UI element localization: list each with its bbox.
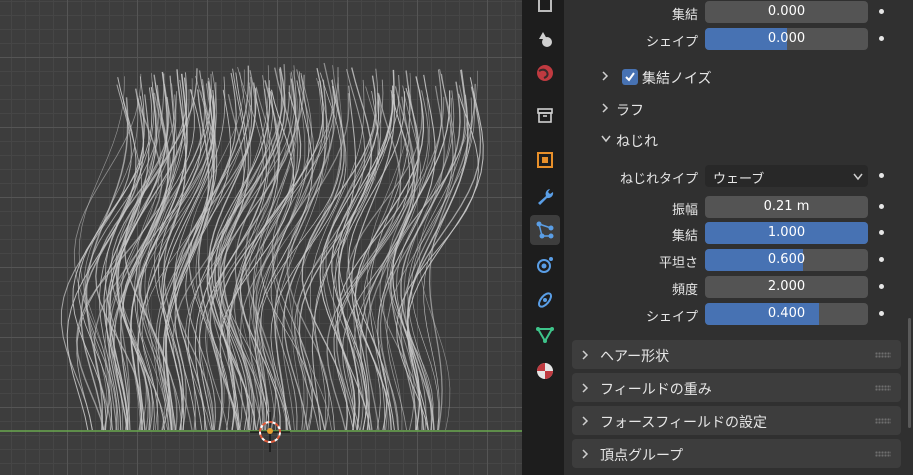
kink-type-dropdown[interactable]: ウェーブ (705, 165, 868, 187)
texture-tab-icon (538, 0, 552, 12)
object-tab[interactable] (530, 145, 560, 175)
chevron-right-icon (582, 416, 589, 426)
world-tab[interactable] (530, 58, 560, 88)
checkmark-icon (625, 72, 635, 82)
data-tab[interactable] (530, 320, 560, 350)
constraints-tab[interactable] (530, 285, 560, 315)
hair-shape-panel-header[interactable]: ヘアー形状 (572, 340, 901, 369)
frequency-value: 2.000 (767, 279, 806, 294)
frequency-field[interactable]: 2.000 (705, 276, 868, 298)
viewport-overlay (0, 412, 522, 452)
3d-viewport[interactable] (0, 0, 522, 475)
vertex-groups-panel-header[interactable]: 頂点グループ (572, 439, 901, 468)
flatness-slider[interactable]: 0.600 (705, 249, 868, 271)
kink-clump-keyframe-dot[interactable] (879, 230, 884, 235)
drag-handle-icon[interactable] (875, 418, 891, 424)
clump-slider[interactable]: 0.000 (705, 1, 868, 23)
kink-shape-row: シェイプ 0.400 (564, 302, 913, 328)
clump-value: 0.000 (767, 4, 806, 19)
particles-tab-icon (536, 221, 554, 239)
chevron-right-icon (582, 350, 589, 360)
kink-clump-slider[interactable]: 1.000 (705, 222, 868, 244)
3d-cursor-icon[interactable] (250, 412, 290, 452)
clump-shape-keyframe-dot[interactable] (879, 36, 884, 41)
texture-tab[interactable] (530, 0, 560, 20)
properties-editor: 集結 0.000 シェイプ 0.000 集結ノイズ ラフ ねじれ ねじれタイプ … (564, 0, 913, 475)
flatness-value: 0.600 (767, 252, 806, 267)
vertex-groups-label: 頂点グループ (600, 448, 684, 464)
kink-label: ねじれ (616, 134, 658, 150)
clump-shape-value: 0.000 (767, 31, 806, 46)
clump-noise-label: 集結ノイズ (642, 71, 712, 87)
chevron-down-icon (601, 135, 611, 143)
flatness-keyframe-dot[interactable] (879, 257, 884, 262)
data-tab-icon (536, 327, 554, 343)
hair-shape-label: ヘアー形状 (600, 349, 670, 365)
clump-noise-subpanel-header[interactable]: 集結ノイズ (572, 61, 877, 93)
clump-noise-checkbox[interactable] (622, 69, 638, 85)
field-weights-label: フィールドの重み (600, 382, 712, 398)
properties-tabs (526, 0, 564, 475)
chevron-right-icon (582, 449, 589, 459)
drag-handle-icon[interactable] (875, 352, 891, 358)
kink-shape-slider[interactable]: 0.400 (705, 303, 868, 325)
flatness-label: 平坦さ (658, 256, 698, 271)
chevron-down-icon (853, 173, 863, 181)
clump-shape-row: シェイプ 0.000 (564, 27, 913, 53)
material-tab-icon (537, 363, 553, 379)
clump-label: 集結 (671, 8, 698, 23)
kink-type-keyframe-dot[interactable] (879, 173, 884, 178)
kink-subpanel-header[interactable]: ねじれ (572, 124, 877, 156)
particles-tab[interactable] (530, 215, 560, 245)
physics-tab[interactable] (530, 250, 560, 280)
clump-shape-label: シェイプ (645, 35, 698, 50)
material-tab[interactable] (530, 356, 560, 386)
amplitude-label: 振幅 (671, 203, 698, 218)
modifier-tab[interactable] (530, 181, 560, 211)
amplitude-field[interactable]: 0.21 m (705, 196, 868, 218)
roughness-label: ラフ (616, 103, 644, 119)
clump-keyframe-dot[interactable] (879, 9, 884, 14)
clump-shape-slider[interactable]: 0.000 (705, 28, 868, 50)
chevron-right-icon (602, 103, 609, 113)
kink-shape-label: シェイプ (645, 310, 698, 325)
shading-tab[interactable] (530, 24, 560, 54)
frequency-keyframe-dot[interactable] (879, 284, 884, 289)
properties-scrollbar[interactable] (908, 318, 911, 428)
object-tab-icon (537, 152, 553, 168)
kink-type-value: ウェーブ (713, 172, 765, 187)
chevron-right-icon (602, 71, 609, 81)
frequency-row: 頻度 2.000 (564, 275, 913, 301)
amplitude-value: 0.21 m (763, 199, 810, 214)
shading-tab-icon (539, 32, 552, 47)
clump-row: 集結 0.000 (564, 0, 913, 26)
kink-type-row: ねじれタイプ ウェーブ (564, 164, 913, 190)
kink-shape-value: 0.400 (767, 306, 806, 321)
field-weights-panel-header[interactable]: フィールドの重み (572, 373, 901, 402)
kink-shape-keyframe-dot[interactable] (879, 311, 884, 316)
collection-tab-icon (537, 108, 553, 123)
kink-clump-label: 集結 (671, 229, 698, 244)
physics-tab-icon (537, 257, 553, 273)
collection-tab[interactable] (530, 100, 560, 130)
constraints-tab-icon (538, 292, 552, 308)
drag-handle-icon[interactable] (875, 451, 891, 457)
modifier-tab-icon (538, 189, 554, 205)
amplitude-row: 振幅 0.21 m (564, 195, 913, 221)
chevron-right-icon (582, 383, 589, 393)
frequency-label: 頻度 (671, 283, 698, 298)
flatness-row: 平坦さ 0.600 (564, 248, 913, 274)
kink-clump-value: 1.000 (767, 225, 806, 240)
roughness-subpanel-header[interactable]: ラフ (572, 93, 877, 125)
amplitude-keyframe-dot[interactable] (879, 204, 884, 209)
kink-type-label: ねじれタイプ (619, 172, 698, 187)
force-field-settings-panel-header[interactable]: フォースフィールドの設定 (572, 406, 901, 435)
drag-handle-icon[interactable] (875, 385, 891, 391)
kink-clump-row: 集結 1.000 (564, 221, 913, 247)
force-field-settings-label: フォースフィールドの設定 (600, 415, 768, 431)
world-tab-icon (537, 65, 553, 81)
